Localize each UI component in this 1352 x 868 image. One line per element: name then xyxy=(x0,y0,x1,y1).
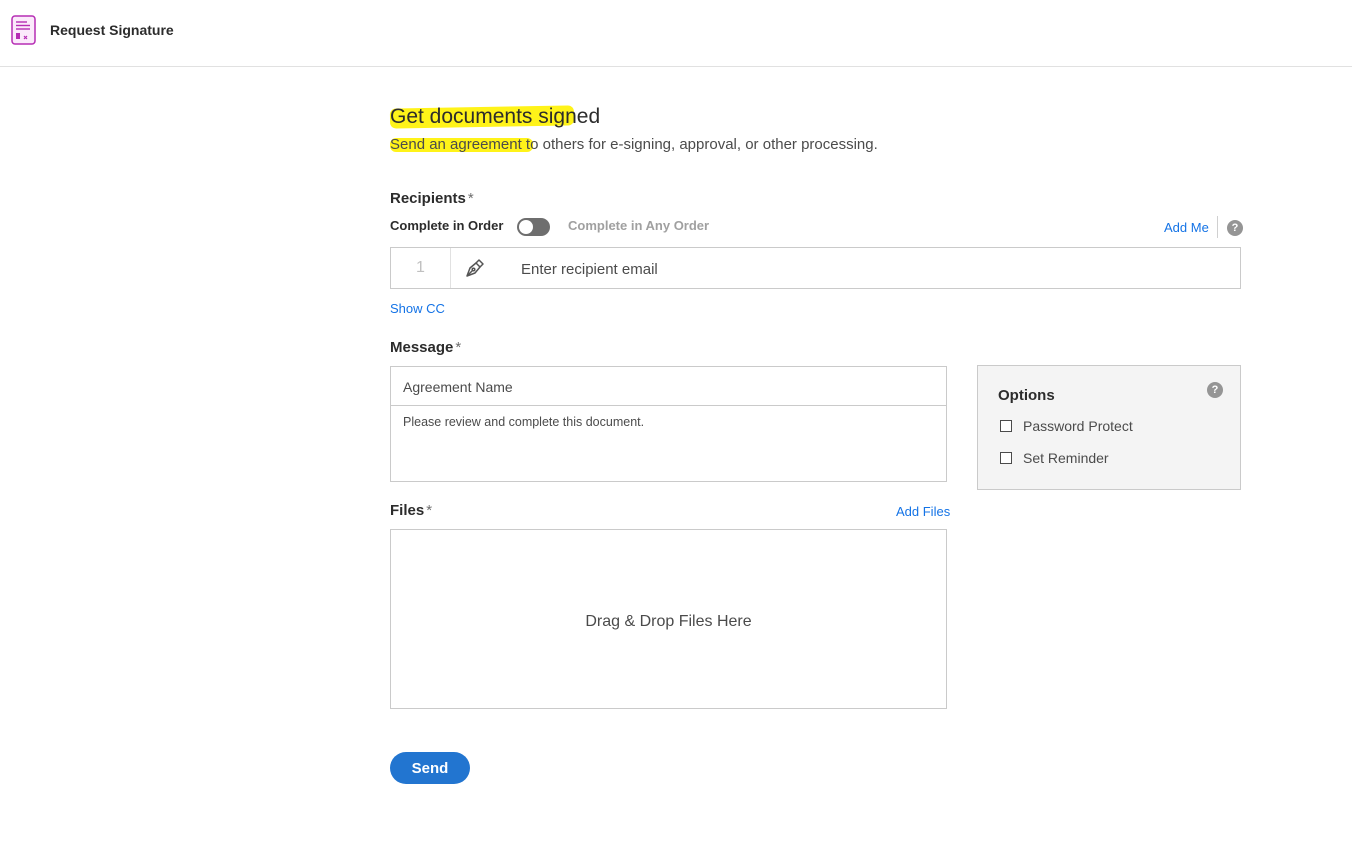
set-reminder-option[interactable]: Set Reminder xyxy=(1000,450,1109,466)
page-subtitle: Send an agreement to others for e-signin… xyxy=(390,136,878,153)
password-protect-option[interactable]: Password Protect xyxy=(1000,418,1133,434)
set-reminder-checkbox[interactable] xyxy=(1000,452,1012,464)
required-mark: * xyxy=(426,502,433,519)
signing-order-toggle[interactable] xyxy=(517,218,550,236)
recipient-row: 1 xyxy=(390,247,1241,289)
message-label-text: Message xyxy=(390,339,454,356)
message-label: Message * xyxy=(390,339,461,356)
message-box: Please review and complete this document… xyxy=(390,366,947,482)
options-title: Options xyxy=(998,387,1055,404)
password-protect-checkbox[interactable] xyxy=(1000,420,1012,432)
request-signature-app-icon xyxy=(11,15,36,45)
set-reminder-label: Set Reminder xyxy=(1023,450,1109,466)
add-me-link[interactable]: Add Me xyxy=(1164,220,1209,235)
options-panel: Options ? Password Protect Set Reminder xyxy=(977,365,1241,490)
file-dropzone[interactable]: Drag & Drop Files Here xyxy=(390,529,947,709)
app-title: Request Signature xyxy=(50,22,174,38)
complete-any-order-label: Complete in Any Order xyxy=(568,218,710,233)
required-mark: * xyxy=(467,190,474,207)
password-protect-label: Password Protect xyxy=(1023,418,1133,434)
recipient-email-input[interactable] xyxy=(521,258,1221,280)
dropzone-text: Drag & Drop Files Here xyxy=(585,613,752,630)
complete-in-order-label: Complete in Order xyxy=(390,218,504,233)
required-mark: * xyxy=(455,339,462,356)
add-files-link[interactable]: Add Files xyxy=(896,504,950,519)
files-label: Files * xyxy=(390,502,432,519)
top-bar: Request Signature xyxy=(0,0,1352,67)
send-button[interactable]: Send xyxy=(390,752,470,784)
divider xyxy=(1217,216,1218,238)
options-help-icon[interactable]: ? xyxy=(1207,382,1223,398)
agreement-name-row xyxy=(391,367,946,406)
files-label-text: Files xyxy=(390,502,425,519)
toggle-knob xyxy=(519,220,533,234)
recipients-label-text: Recipients xyxy=(390,190,466,207)
page-title: Get documents signed xyxy=(390,105,601,128)
agreement-name-input[interactable] xyxy=(403,376,923,398)
show-cc-link[interactable]: Show CC xyxy=(390,301,445,316)
recipients-label: Recipients * xyxy=(390,190,474,207)
recipients-help-icon[interactable]: ? xyxy=(1227,220,1243,236)
pen-nib-icon[interactable] xyxy=(452,248,498,288)
recipient-order-number: 1 xyxy=(391,248,451,288)
message-body-textarea[interactable]: Please review and complete this document… xyxy=(403,415,933,429)
